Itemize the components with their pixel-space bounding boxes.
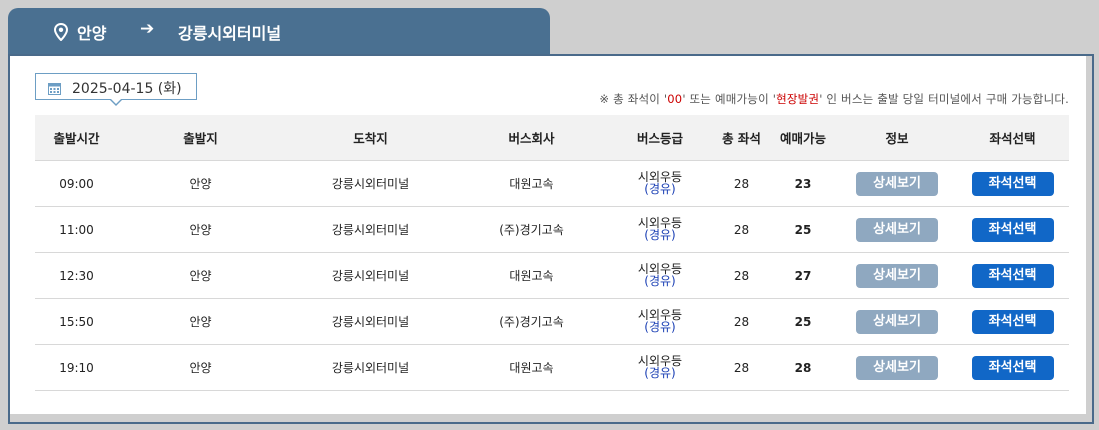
table-row: 19:10 안양 강릉시외터미널 대원고속 시외우등 (경유) 28 28 상세보… [35, 344, 1069, 391]
available-seats: 25 [768, 298, 838, 345]
bus-company: 대원고속 [458, 160, 605, 207]
seat-select-button[interactable]: 좌석선택 [971, 217, 1054, 242]
column-header: 버스등급 [605, 115, 715, 161]
select-cell: 좌석선택 [956, 298, 1069, 345]
available-seats: 25 [768, 206, 838, 253]
select-cell: 좌석선택 [956, 344, 1069, 391]
departure-time: 11:00 [35, 206, 118, 253]
table-row: 12:30 안양 강릉시외터미널 대원고속 시외우등 (경유) 28 27 상세보… [35, 252, 1069, 299]
column-header: 정보 [838, 115, 956, 161]
info-cell: 상세보기 [838, 298, 956, 345]
arrival-terminal: 강릉시외터미널 [283, 252, 458, 299]
departure-terminal: 안양 [118, 206, 283, 253]
total-seats: 28 [715, 298, 768, 345]
detail-button[interactable]: 상세보기 [856, 309, 938, 334]
arrow-right-icon: ➔ [140, 19, 155, 39]
info-cell: 상세보기 [838, 344, 956, 391]
detail-button[interactable]: 상세보기 [856, 263, 938, 288]
departure-terminal: 안양 [118, 344, 283, 391]
bus-company: 대원고속 [458, 252, 605, 299]
seat-select-button[interactable]: 좌석선택 [971, 355, 1054, 380]
info-cell: 상세보기 [838, 206, 956, 253]
select-cell: 좌석선택 [956, 252, 1069, 299]
total-seats: 28 [715, 252, 768, 299]
arrival-terminal: 강릉시외터미널 [283, 206, 458, 253]
seat-select-button[interactable]: 좌석선택 [971, 263, 1054, 288]
detail-button[interactable]: 상세보기 [856, 355, 938, 380]
arrival-terminal: 강릉시외터미널 [283, 160, 458, 207]
bus-grade: 시외우등 (경유) [605, 298, 715, 345]
location-pin-icon [53, 22, 69, 45]
arrival-terminal: 강릉시외터미널 [283, 344, 458, 391]
route-origin: 안양 [77, 24, 107, 43]
detail-button[interactable]: 상세보기 [856, 217, 938, 242]
bus-grade: 시외우등 (경유) [605, 160, 715, 207]
date-selector[interactable]: 2025-04-15 (화) [35, 73, 197, 106]
total-seats: 28 [715, 344, 768, 391]
column-header: 버스회사 [458, 115, 605, 161]
bus-company: (주)경기고속 [458, 206, 605, 253]
departure-time: 12:30 [35, 252, 118, 299]
available-seats: 27 [768, 252, 838, 299]
tooltip-caret [110, 99, 122, 106]
seat-select-button[interactable]: 좌석선택 [971, 171, 1054, 196]
route-destination: 강릉시외터미널 [178, 24, 282, 43]
table-row: 15:50 안양 강릉시외터미널 (주)경기고속 시외우등 (경유) 28 25 … [35, 298, 1069, 345]
timetable-panel: 2025-04-15 (화) ※ 총 좌석이 '00' 또는 예매가능이 '현장… [8, 54, 1094, 424]
table-row: 11:00 안양 강릉시외터미널 (주)경기고속 시외우등 (경유) 28 25 … [35, 206, 1069, 253]
detail-button[interactable]: 상세보기 [856, 171, 938, 196]
bus-grade: 시외우등 (경유) [605, 252, 715, 299]
info-cell: 상세보기 [838, 160, 956, 207]
bus-company: (주)경기고속 [458, 298, 605, 345]
departure-time: 19:10 [35, 344, 118, 391]
bus-grade: 시외우등 (경유) [605, 206, 715, 253]
select-cell: 좌석선택 [956, 160, 1069, 207]
purchase-notice: ※ 총 좌석이 '00' 또는 예매가능이 '현장발권' 인 버스는 출발 당일… [599, 92, 1069, 106]
column-header: 좌석선택 [956, 115, 1069, 161]
total-seats: 28 [715, 160, 768, 207]
bus-timetable: 출발시간 출발지 도착지 버스회사 버스등급 총 좌석 예매가능 정보 좌석선택… [35, 115, 1069, 391]
column-header: 총 좌석 [715, 115, 768, 161]
column-header: 예매가능 [768, 115, 838, 161]
selected-date: 2025-04-15 (화) [72, 81, 182, 97]
column-header: 도착지 [283, 115, 458, 161]
table-header-row: 출발시간 출발지 도착지 버스회사 버스등급 총 좌석 예매가능 정보 좌석선택 [35, 115, 1069, 161]
bus-company: 대원고속 [458, 344, 605, 391]
departure-time: 15:50 [35, 298, 118, 345]
total-seats: 28 [715, 206, 768, 253]
departure-terminal: 안양 [118, 298, 283, 345]
bus-grade: 시외우등 (경유) [605, 344, 715, 391]
departure-terminal: 안양 [118, 252, 283, 299]
departure-time: 09:00 [35, 160, 118, 207]
arrival-terminal: 강릉시외터미널 [283, 298, 458, 345]
available-seats: 23 [768, 160, 838, 207]
calendar-icon [48, 80, 61, 99]
departure-terminal: 안양 [118, 160, 283, 207]
column-header: 출발시간 [35, 115, 118, 161]
info-cell: 상세보기 [838, 252, 956, 299]
column-header: 출발지 [118, 115, 283, 161]
select-cell: 좌석선택 [956, 206, 1069, 253]
table-row: 09:00 안양 강릉시외터미널 대원고속 시외우등 (경유) 28 23 상세보… [35, 160, 1069, 207]
route-tab: 안양 ➔ 강릉시외터미널 [8, 8, 550, 54]
available-seats: 28 [768, 344, 838, 391]
seat-select-button[interactable]: 좌석선택 [971, 309, 1054, 334]
